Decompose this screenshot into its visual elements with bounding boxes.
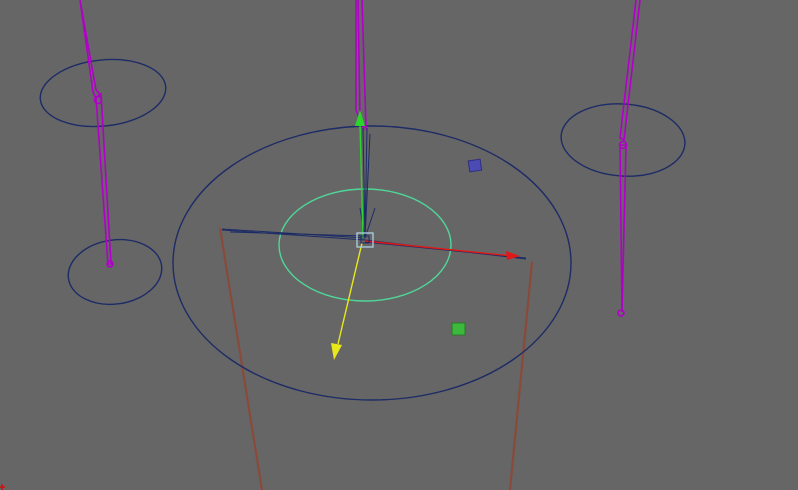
locator-blue[interactable] [467, 158, 483, 173]
locator-green[interactable] [451, 322, 466, 336]
viewport-3d[interactable] [0, 0, 798, 490]
